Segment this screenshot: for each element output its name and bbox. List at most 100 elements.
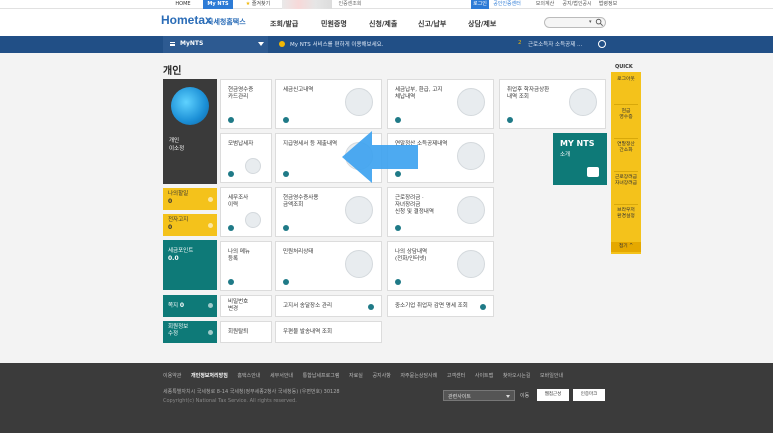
footer-link[interactable]: 자주묻는상담사례 [400,373,437,379]
footer-link[interactable]: 사이트맵 [475,373,493,379]
go-arrow-icon [283,171,289,177]
won-coin-icon [457,88,485,116]
footer-link[interactable]: 세무서안내 [270,373,293,379]
move-button[interactable]: 이동 [520,392,529,399]
footer-link[interactable]: 홈택스안내 [237,373,260,379]
quick-incentive[interactable]: 근로장려금 자녀장려금 [611,175,641,187]
quick-browser-settings[interactable]: 브라우저 환경설정 [611,208,641,220]
notice-link[interactable]: 공지/법인공시 [560,0,594,9]
tile-label: 세금신고내역 [283,87,314,93]
notice-text[interactable]: My NTS 서비스를 편하게 이용해보세요. [290,40,384,48]
tile-label: 현금영수증사용 금액조회 [283,195,319,208]
gnb-item-lookup[interactable]: 조회/발급 [270,19,298,29]
hometax-logo[interactable]: Hometax 국세청홈택스 [161,11,253,31]
gnb-item-cert[interactable]: 민원증명 [321,19,347,29]
page-title: 개인 [163,66,182,77]
home-link[interactable]: HOME [168,0,198,9]
tile-withdraw[interactable]: 회원탈퇴 [220,321,272,343]
go-arrow-icon [228,225,234,231]
mynts-intro-sub: 소개 [560,152,571,158]
member-info-card[interactable]: 회원정보 수정 [163,321,217,343]
fax-icon [345,88,373,116]
notice-icon [279,41,285,47]
quick-close-button[interactable]: 접기 ^ [611,242,641,252]
favorite-link[interactable]: ★ 즐겨찾기 [240,0,276,9]
tile-mail-history[interactable]: 우편물 발송내역 조회 [275,321,382,343]
login-button[interactable]: 로그인 [471,0,489,9]
cert-link[interactable]: 인증센조회 [335,0,365,9]
tile-tax-payment[interactable]: 세금납부, 환급, 고지 체납내역 [387,79,494,129]
related-site-select[interactable]: 관련사이트 [443,390,515,401]
footer-link[interactable]: 모바일안내 [540,373,563,379]
tile-change-password[interactable]: 비밀번호 변경 [220,295,272,317]
mynts-menu-button[interactable]: MyNTS [163,36,268,53]
mynts-intro-box[interactable]: MY NTS 소개 [553,133,607,185]
menu-icon [170,42,175,46]
go-arrow-icon [368,304,374,310]
footer-link[interactable]: 이용약관 [163,373,181,379]
chevron-right-icon [208,303,213,308]
tile-consult-history[interactable]: 나의 상담내역 (전화/인터넷) [387,241,494,291]
go-arrow-icon [228,171,234,177]
footer-link[interactable]: 고객센터 [447,373,465,379]
e-notice-card[interactable]: 전자고지 0 [163,214,217,236]
tile-tax-report[interactable]: 세금신고내역 [275,79,382,129]
divider [614,204,638,205]
quick-logout[interactable]: 로그아웃 [611,77,641,83]
tile-label: 근로장려금 · 자녀장려금 신청 및 결정내역 [395,195,434,215]
tile-cash-receipt-usage[interactable]: 현금영수증사용 금액조회 [275,187,382,237]
footer: 이용약관 개인정보처리방침 홈택스안내 세무서안내 통합납세프로그램 자료실 공… [0,363,773,433]
quick-cash-receipt[interactable]: 현금 영수증 [611,109,641,121]
notice-number: 2 [518,40,522,46]
chevron-right-icon [208,330,213,335]
footer-link[interactable]: 통합납세프로그램 [303,373,340,379]
tile-sme-reduction[interactable]: 중소기업 취업자 감면 명세 조회 [387,295,494,317]
top-utility-bar: HOME My NTS ★ 즐겨찾기 인증센조회 로그인 공인인증센터 모의계산… [0,0,773,9]
favorite-label: 즐겨찾기 [251,1,271,7]
tile-student-loan[interactable]: 취업후 학자금상환 내역 조회 [499,79,606,129]
mynts-intro-title: MY NTS [560,139,595,148]
footer-link[interactable]: 자료실 [349,373,363,379]
tile-model-taxpayer[interactable]: 모범납세자 [220,133,272,183]
mynts-link[interactable]: My NTS [203,0,233,9]
chevron-down-icon [258,42,264,46]
search-box[interactable]: ▾ [544,17,606,28]
public-cert-link[interactable]: 공인인증센터 [491,0,523,9]
tile-cash-receipt-card[interactable]: 현금영수증 카드관리 [220,79,272,129]
chevron-down-circle-icon[interactable] [598,40,606,48]
footer-link[interactable]: 찾아오시는길 [503,373,531,379]
nav-bar: MyNTS My NTS 서비스를 편하게 이용해보세요. 2 근로소득자 소득… [0,36,773,53]
tile-my-menu[interactable]: 나의 메뉴 등록 [220,241,272,291]
gnb-item-apply[interactable]: 신청/제출 [369,19,397,29]
quick-header: QUICK [615,64,633,70]
todo-card[interactable]: 나의할일 0 [163,188,217,210]
tile-label: 중소기업 취업자 감면 명세 조회 [395,303,468,309]
gnb-item-consult[interactable]: 상담/제보 [468,19,496,29]
headset-icon [457,250,485,278]
tile-label: 고지서 송달장소 관리 [283,303,333,309]
chevron-down-icon[interactable]: ▾ [589,19,592,25]
gnb-item-report[interactable]: 신고/납부 [418,19,446,29]
mock-calc-link[interactable]: 모의계산 [532,0,558,9]
tile-tax-audit[interactable]: 세무조사 이력 [220,187,272,237]
quick-year-end[interactable]: 연말정산 간소화 [611,142,641,154]
receipt-icon [345,196,373,224]
law-info-link[interactable]: 법령정보 [596,0,620,9]
go-arrow-icon [480,304,486,310]
go-arrow-icon [283,279,289,285]
footer-copyright: Copyright(c) National Tax Service. All r… [163,398,297,404]
tile-incentive-application[interactable]: 근로장려금 · 자녀장려금 신청 및 결정내역 [387,187,494,237]
footer-link-privacy[interactable]: 개인정보처리방침 [191,373,228,379]
tile-civil-status[interactable]: 민원처리상태 [275,241,382,291]
tile-notice-address[interactable]: 고지서 송달장소 관리 [275,295,382,317]
tax-point-card[interactable]: 세금포인트 0.0 [163,240,217,290]
profile-panel: 개인 이소정 [163,79,217,184]
check-icon [345,250,373,278]
search-icon[interactable] [595,18,604,27]
message-card[interactable]: 쪽지 0 [163,295,217,317]
message-count: 0 [179,302,185,309]
tile-label: 회원탈퇴 [228,329,249,335]
footer-link[interactable]: 공지사항 [372,373,390,379]
go-arrow-icon [395,279,401,285]
notice-text-2[interactable]: 근로소득자 소득공제 ... [528,40,582,48]
